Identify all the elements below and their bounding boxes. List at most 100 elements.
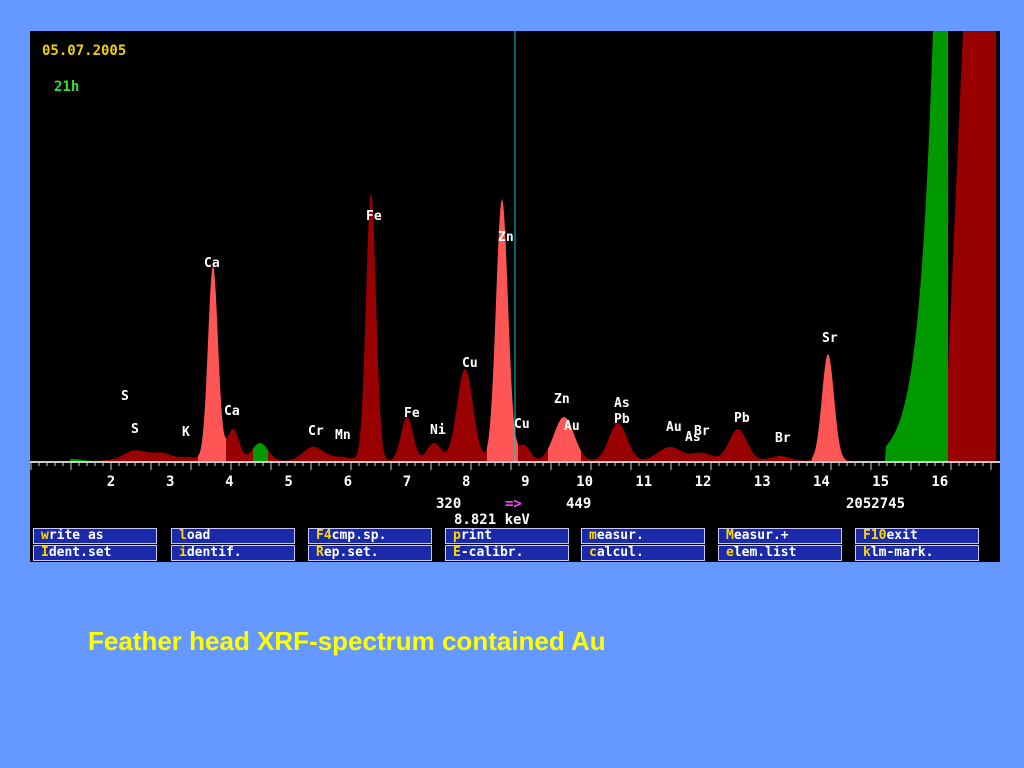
button-label: easur.+ — [733, 528, 789, 543]
hotkey-letter: c — [589, 545, 597, 560]
axis-tick-label: 6 — [344, 474, 352, 490]
fkey-f4cmp-sp--button[interactable]: F4cmp.sp. — [308, 528, 432, 544]
axis-tick-label: 5 — [284, 474, 292, 490]
peak-label-cu: Cu — [514, 417, 530, 432]
hotkey-letter: l — [179, 528, 187, 543]
button-label: alcul. — [596, 545, 644, 560]
axis-tick-label: 8 — [462, 474, 470, 490]
fkey-rep-set--button[interactable]: Rep.set. — [308, 545, 432, 561]
peak-label-mn: Mn — [335, 428, 351, 443]
spectrum-fill-segment — [98, 450, 198, 461]
spectrum-fill-segment — [70, 458, 98, 461]
peak-label-fe: Fe — [366, 209, 382, 224]
date-label: 05.07.2005 — [42, 43, 127, 59]
axis-tick-label: 4 — [225, 474, 233, 490]
axis-tick-label: 9 — [521, 474, 529, 490]
axis-tick-label: 3 — [166, 474, 174, 490]
time-label: 21h — [54, 79, 80, 95]
fkey-f10exit-button[interactable]: F10exit — [855, 528, 979, 544]
button-label: lem.list — [733, 545, 797, 560]
spectrum-fill-segment — [846, 459, 880, 461]
peak-label-s: S — [131, 422, 139, 437]
axis-tick-label: 2 — [107, 474, 115, 490]
peak-label-zn: Zn — [498, 230, 514, 245]
peak-label-ca: Ca — [224, 404, 240, 419]
peak-label-pb: Pb — [734, 411, 750, 426]
fkey-measur--button[interactable]: measur. — [581, 528, 705, 544]
button-label: -calibr. — [460, 545, 524, 560]
spectrum-fill-segment — [226, 428, 253, 461]
axis-tick-label: 14 — [813, 474, 830, 490]
axis-tick-label: 13 — [754, 474, 771, 490]
hotkey-letter: I — [41, 545, 49, 560]
peak-label-pb: Pb — [614, 412, 630, 427]
axis-tick-label: 7 — [403, 474, 411, 490]
cursor-energy: 8.821 keV — [454, 512, 530, 528]
fkey-print-button[interactable]: print — [445, 528, 569, 544]
axis-tick-label: 16 — [931, 474, 948, 490]
xrf-analyzer-screen: Ca Fe Zn Cu S S K Ca Cr Mn Fe Ni Cu Zn Au As Pb Au Br As Pb B… — [30, 31, 1000, 562]
peak-label-au: Au — [666, 420, 682, 435]
peak-label-ni: Ni — [430, 423, 446, 438]
spectrum-fill-segment — [812, 353, 846, 461]
hotkey-letter: R — [316, 545, 324, 560]
fkey-write-as-button[interactable]: write as — [33, 528, 157, 544]
hotkey-letter: p — [453, 528, 461, 543]
spectrum-plot[interactable]: CaFeZnCuSS KCaCr MnFeNi CuZnAuAsPbAu BrAsPbB… — [30, 31, 1000, 494]
fkey-klm-mark--button[interactable]: klm-mark. — [855, 545, 979, 561]
peak-label-s: S — [121, 389, 129, 404]
spectrum-fill-segment — [268, 192, 487, 462]
spectrum-fill-segment — [880, 31, 948, 461]
hotkey-letter: w — [41, 528, 49, 543]
button-label: ep.set. — [323, 545, 379, 560]
axis-tick-label: 10 — [576, 474, 593, 490]
spectrum-fill-segment — [518, 443, 548, 461]
hotkey-letter: F4 — [316, 528, 332, 543]
hotkey-letter: F10 — [863, 528, 887, 543]
hotkey-letter: e — [726, 545, 734, 560]
fkey-ident-set-button[interactable]: Ident.set — [33, 545, 157, 561]
peak-label-sr: Sr — [822, 331, 838, 346]
high-energy-saturation — [948, 31, 996, 461]
cursor-from-channel: 320 — [436, 496, 462, 512]
button-label: easur. — [596, 528, 644, 543]
peak-label-cu: Cu — [462, 356, 478, 371]
button-label: oad — [186, 528, 211, 543]
hotkey-letter: E — [453, 545, 461, 560]
fkey-e-calibr--button[interactable]: E-calibr. — [445, 545, 569, 561]
axis-tick-label: 15 — [872, 474, 889, 490]
fkey-measur--button[interactable]: Measur.+ — [718, 528, 842, 544]
cursor-arrow: => — [505, 496, 522, 512]
peak-label-cr: Cr — [308, 424, 324, 439]
hotkey-letter: k — [863, 545, 871, 560]
button-label: cmp.sp. — [331, 528, 387, 543]
slide-caption: Feather head XRF-spectrum contained Au — [88, 626, 606, 656]
peak-label-zn: Zn — [554, 392, 570, 407]
peak-label-ca: Ca — [204, 256, 220, 271]
fkey-load-button[interactable]: load — [171, 528, 295, 544]
hotkey-letter: m — [589, 528, 597, 543]
total-counts: 2052745 — [846, 496, 906, 512]
button-label: rite as — [48, 528, 104, 543]
axis-tick-label: 11 — [635, 474, 652, 490]
fkey-calcul--button[interactable]: calcul. — [581, 545, 705, 561]
cursor-readout: 320 => 449 8.821 keV 2052745 — [30, 494, 1000, 530]
peak-label-as: As — [614, 396, 630, 411]
button-label: dent.set — [48, 545, 112, 560]
hotkey-letter: M — [726, 528, 734, 543]
spectrum-fill-segment — [198, 265, 226, 461]
hotkey-letter: i — [179, 545, 187, 560]
spectrum-fill-segment — [253, 442, 268, 461]
button-label: exit — [886, 528, 918, 543]
button-label: dentif. — [186, 545, 242, 560]
fkey-identif--button[interactable]: identif. — [171, 545, 295, 561]
peak-label-k: K — [182, 425, 190, 440]
button-label: rint — [460, 528, 493, 543]
fkey-elem-list-button[interactable]: elem.list — [718, 545, 842, 561]
peak-label-as: As — [685, 430, 701, 445]
peak-label-au: Au — [564, 419, 580, 434]
button-label: lm-mark. — [870, 545, 934, 560]
peak-label-fe: Fe — [404, 406, 420, 421]
cursor-to-channel: 449 — [566, 496, 592, 512]
axis-tick-label: 12 — [695, 474, 712, 490]
